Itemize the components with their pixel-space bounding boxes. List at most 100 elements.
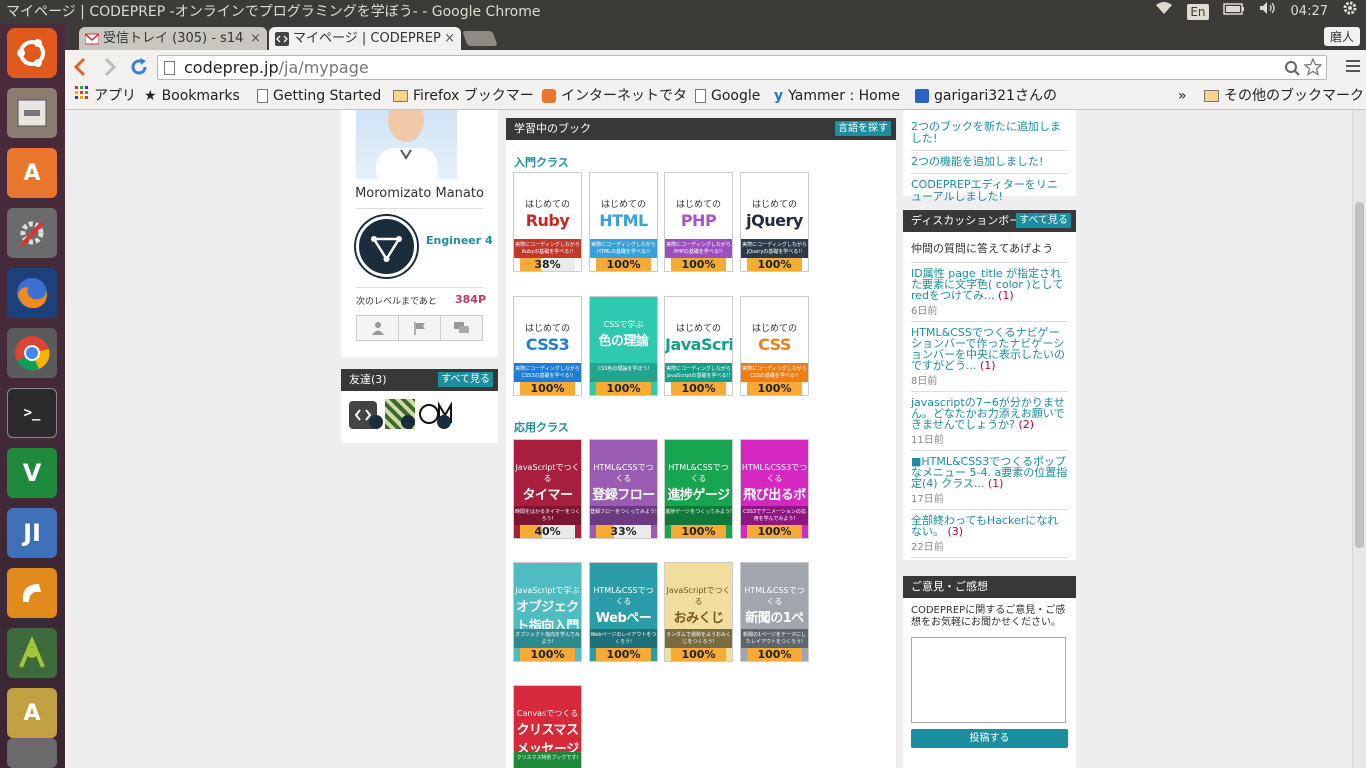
terminal-icon[interactable]: >_ bbox=[7, 388, 57, 438]
friends-see-all-button[interactable]: すべて見る bbox=[438, 372, 493, 387]
gear-icon[interactable] bbox=[1342, 0, 1358, 25]
book-description: 新聞の1ページをテーマにしたレイアウトをつくろう! bbox=[741, 629, 808, 648]
news-item[interactable]: 2つのブックを新たに追加しました! bbox=[911, 110, 1068, 151]
book-card[interactable]: HTML&CSS3でつくる飛び出るボタンCSS3でアニメーションの応用を学んでみ… bbox=[740, 439, 809, 539]
tab-close-button[interactable]: × bbox=[444, 27, 455, 50]
book-progress-text: 100% bbox=[606, 258, 641, 271]
trash-icon[interactable] bbox=[7, 738, 57, 768]
menu-icon[interactable] bbox=[1346, 59, 1360, 76]
book-card[interactable]: はじめての PHP 実際にコーディングしながらPHPの基礎を学べる!! 100% bbox=[664, 172, 733, 272]
reload-button[interactable] bbox=[129, 57, 149, 80]
clock[interactable]: 04:27 bbox=[1291, 0, 1328, 24]
bookmark-bookmarks[interactable]: ★ Bookmarks bbox=[144, 84, 240, 108]
pycharm-icon[interactable] bbox=[7, 568, 57, 618]
firefox-icon[interactable] bbox=[7, 268, 57, 318]
ubuntu-icon bbox=[542, 89, 556, 103]
discussion-item[interactable]: ■HTML&CSS3でつくるポップなメニュー 5-4. a要素の位置指定(4) … bbox=[911, 451, 1068, 510]
forward-button[interactable] bbox=[103, 57, 117, 80]
discussion-question[interactable]: 全部終わってもHackerになれない。 bbox=[911, 514, 1058, 538]
news-item[interactable]: CODEPREPエディターをリニューアルしました! bbox=[911, 174, 1068, 208]
book-title: 登録フロー bbox=[592, 488, 655, 503]
discussion-item[interactable]: ID属性 page_title が指定された要素に文字色( color )として… bbox=[911, 263, 1068, 322]
flag-icon[interactable] bbox=[399, 316, 441, 340]
vim-icon[interactable]: V bbox=[7, 448, 57, 498]
discussion-question[interactable]: ID属性 page_title が指定された要素に文字色( color )として… bbox=[911, 267, 1063, 302]
avatar[interactable] bbox=[356, 110, 457, 179]
bookmark-google[interactable]: Google bbox=[695, 84, 760, 108]
news-item[interactable]: 2つの機能を追加しました! bbox=[911, 151, 1068, 174]
book-progress-bar: 100% bbox=[596, 648, 651, 661]
submit-feedback-button[interactable]: 投稿する bbox=[911, 729, 1068, 748]
star-icon[interactable] bbox=[1303, 57, 1323, 82]
software-center-icon[interactable]: A bbox=[7, 148, 57, 198]
address-bar[interactable]: codeprep.jp/ja/mypage bbox=[157, 55, 1327, 80]
volume-icon[interactable] bbox=[1259, 0, 1277, 24]
android-studio-icon[interactable] bbox=[7, 628, 57, 678]
book-card[interactable]: はじめての CSS 実際にコーディングしながらCSSの基礎を学べる!! 100% bbox=[740, 296, 809, 396]
battery-icon[interactable] bbox=[1222, 0, 1245, 24]
tab-label: 受信トレイ (305) - s14 bbox=[103, 31, 244, 46]
bookmark-yammer[interactable]: y Yammer : Home bbox=[774, 84, 900, 108]
system-indicators: En 04:27 bbox=[1155, 0, 1358, 24]
user-icon[interactable] bbox=[357, 316, 399, 340]
feedback-text: CODEPREPに関するご意見・ご感想をお気軽にお聞かせください。 bbox=[911, 605, 1066, 628]
book-title: Ruby bbox=[525, 211, 570, 230]
book-card[interactable]: JavaScriptで学ぶ オブジェクト指向入門 オブジェクト指向を学んでみよう! 1… bbox=[513, 562, 582, 662]
book-card[interactable]: はじめての CSS3 実際にコーディングしながらCSS3の基礎を学べる!! 100% bbox=[513, 296, 582, 396]
other-bookmarks[interactable]: その他のブックマーク bbox=[1204, 84, 1364, 108]
settings-icon[interactable] bbox=[7, 208, 57, 258]
chat-icon[interactable] bbox=[441, 316, 482, 340]
scrollbar-thumb[interactable] bbox=[1355, 202, 1364, 548]
tab-close-button[interactable]: × bbox=[250, 27, 261, 50]
bookmark-garigari[interactable]: garigari321さんの bbox=[915, 84, 1057, 108]
next-level-label: 次のレベルまであと bbox=[356, 297, 437, 307]
jetbrains-icon[interactable]: JI bbox=[7, 508, 57, 558]
bookmarks-overflow-button[interactable]: » bbox=[1178, 84, 1187, 108]
engineer-badge-icon bbox=[401, 415, 415, 429]
discussion-question[interactable]: javascriptの7−6が分かりません。どなたかお力添えお願いできませんでし… bbox=[911, 396, 1065, 431]
book-card[interactable]: はじめてのJavaScript 実際にコーディングしながらJavaScriptの基… bbox=[664, 296, 733, 396]
book-card[interactable]: JavaScriptでつくる タイマー 時間をはかるタイマーをつくろう! 40% bbox=[513, 439, 582, 539]
book-progress-text: 40% bbox=[534, 525, 561, 538]
keyboard-layout-indicator[interactable]: En bbox=[1187, 4, 1209, 20]
bookmark-internet[interactable]: インターネットでタ bbox=[542, 84, 687, 108]
unity-launcher: A >_ V JI A bbox=[0, 24, 65, 768]
book-subtitle: HTML&CSSでつくる bbox=[593, 586, 654, 606]
book-card[interactable]: はじめての HTML 実際にコーディングしながらHTMLの基礎を学べる!! 100% bbox=[589, 172, 658, 272]
discussion-item[interactable]: javascriptの7−6が分かりません。どなたかお力添えお願いできませんでし… bbox=[911, 392, 1068, 451]
book-card[interactable]: JavaScriptでつくる おみくじ ランダムで運勢を占うおみくじをつくろう! 10… bbox=[664, 562, 733, 662]
code-favicon bbox=[275, 31, 289, 46]
files-icon[interactable] bbox=[7, 88, 57, 138]
chrome-icon[interactable] bbox=[7, 328, 57, 378]
discussion-item[interactable]: 全部終わってもHackerになれない。 (3) 22日前 bbox=[911, 510, 1068, 558]
find-language-button[interactable]: 言語を探す bbox=[835, 121, 891, 136]
book-card[interactable]: はじめての jQuery 実際にコーディングしながらjQueryの基礎を学べる!! 1… bbox=[740, 172, 809, 272]
back-button[interactable] bbox=[73, 57, 87, 80]
search-icon[interactable] bbox=[1284, 59, 1300, 82]
profile-badge[interactable]: 磨人 bbox=[1323, 27, 1360, 46]
book-subtitle: はじめての bbox=[675, 200, 721, 210]
book-card[interactable]: CSSで学ぶ 色の理論 CSS色の理論を学ぼう! 100% bbox=[589, 296, 658, 396]
bookmark-apps[interactable]: アプリ bbox=[75, 84, 136, 108]
book-card[interactable]: HTML&CSSでつくる新聞の1ページ新聞の1ページをテーマにしたレイアウトをつ… bbox=[740, 562, 809, 662]
wifi-icon[interactable] bbox=[1155, 0, 1173, 24]
book-card[interactable]: はじめての Ruby 実際にコーディングしながらRubyの基礎を学べる!! 38% bbox=[513, 172, 582, 272]
update-manager-icon[interactable]: A bbox=[7, 688, 57, 738]
book-card[interactable]: HTML&CSSでつくる 登録フロー 登録フローをつくってみよう! 33% bbox=[589, 439, 658, 539]
apps-grid-icon bbox=[75, 84, 89, 108]
feedback-textarea[interactable] bbox=[911, 637, 1066, 723]
book-description: 実際にコーディングしながらHTMLの基礎を学べる!! bbox=[590, 239, 657, 258]
book-card[interactable]: Canvasでつくる クリスマスメッセージ クリスマス特別ブックです! bbox=[513, 685, 582, 768]
page-icon bbox=[164, 61, 175, 75]
bookmark-firefox-folder[interactable]: Firefox ブックマー bbox=[393, 84, 534, 108]
bookmark-getting-started[interactable]: Getting Started bbox=[257, 84, 381, 108]
discussion-see-all-button[interactable]: すべて見る bbox=[1016, 213, 1071, 228]
book-card[interactable]: HTML&CSSでつくる 進捗ゲージ 進捗ゲージをつくってみよう! 100% bbox=[664, 439, 733, 539]
ubuntu-dash-icon[interactable] bbox=[7, 28, 57, 78]
book-card[interactable]: HTML&CSSでつくるWebページWebページのレイアウトをつくろう!100% bbox=[589, 562, 658, 662]
new-tab-button[interactable] bbox=[462, 31, 498, 46]
tab-mypage[interactable]: マイページ | CODEPREP × bbox=[269, 27, 461, 50]
page-scrollbar[interactable] bbox=[1352, 110, 1366, 768]
discussion-item[interactable]: HTML&CSSでつくるナビゲーションバーで作ったナビゲーションバーを中央に表示… bbox=[911, 322, 1068, 392]
tab-gmail[interactable]: 受信トレイ (305) - s14 × bbox=[79, 27, 267, 50]
